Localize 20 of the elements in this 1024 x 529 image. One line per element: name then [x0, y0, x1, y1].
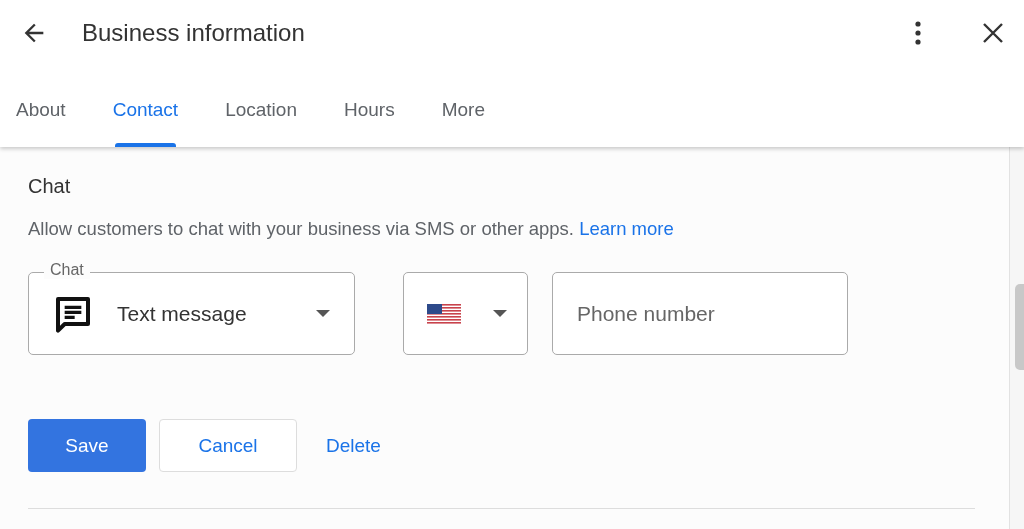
delete-link[interactable]: Delete: [310, 419, 397, 472]
action-button[interactable]: Cancel: [159, 419, 297, 472]
caret-icon: [316, 310, 330, 317]
more-options-icon[interactable]: [915, 21, 921, 45]
tab[interactable]: Contact: [102, 66, 189, 147]
tab[interactable]: Hours: [334, 66, 405, 147]
section-description: Allow customers to chat with your business via SMS or other apps. Learn more: [28, 218, 675, 240]
learn-more-link[interactable]: Learn more: [579, 218, 674, 239]
caret-icon: [493, 310, 507, 317]
action-button[interactable]: Save: [28, 419, 146, 472]
scrollbar[interactable]: [1009, 147, 1024, 529]
flag-icon: [427, 303, 461, 324]
tab[interactable]: More: [431, 66, 495, 147]
phone-number-field[interactable]: Phone number: [552, 272, 848, 355]
tab[interactable]: About: [6, 66, 76, 147]
close-icon[interactable]: [981, 21, 1005, 45]
window-title: Business information: [82, 19, 306, 47]
country-select[interactable]: [403, 272, 528, 355]
tab[interactable]: Location: [215, 66, 307, 147]
section-title: Chat: [28, 175, 72, 198]
